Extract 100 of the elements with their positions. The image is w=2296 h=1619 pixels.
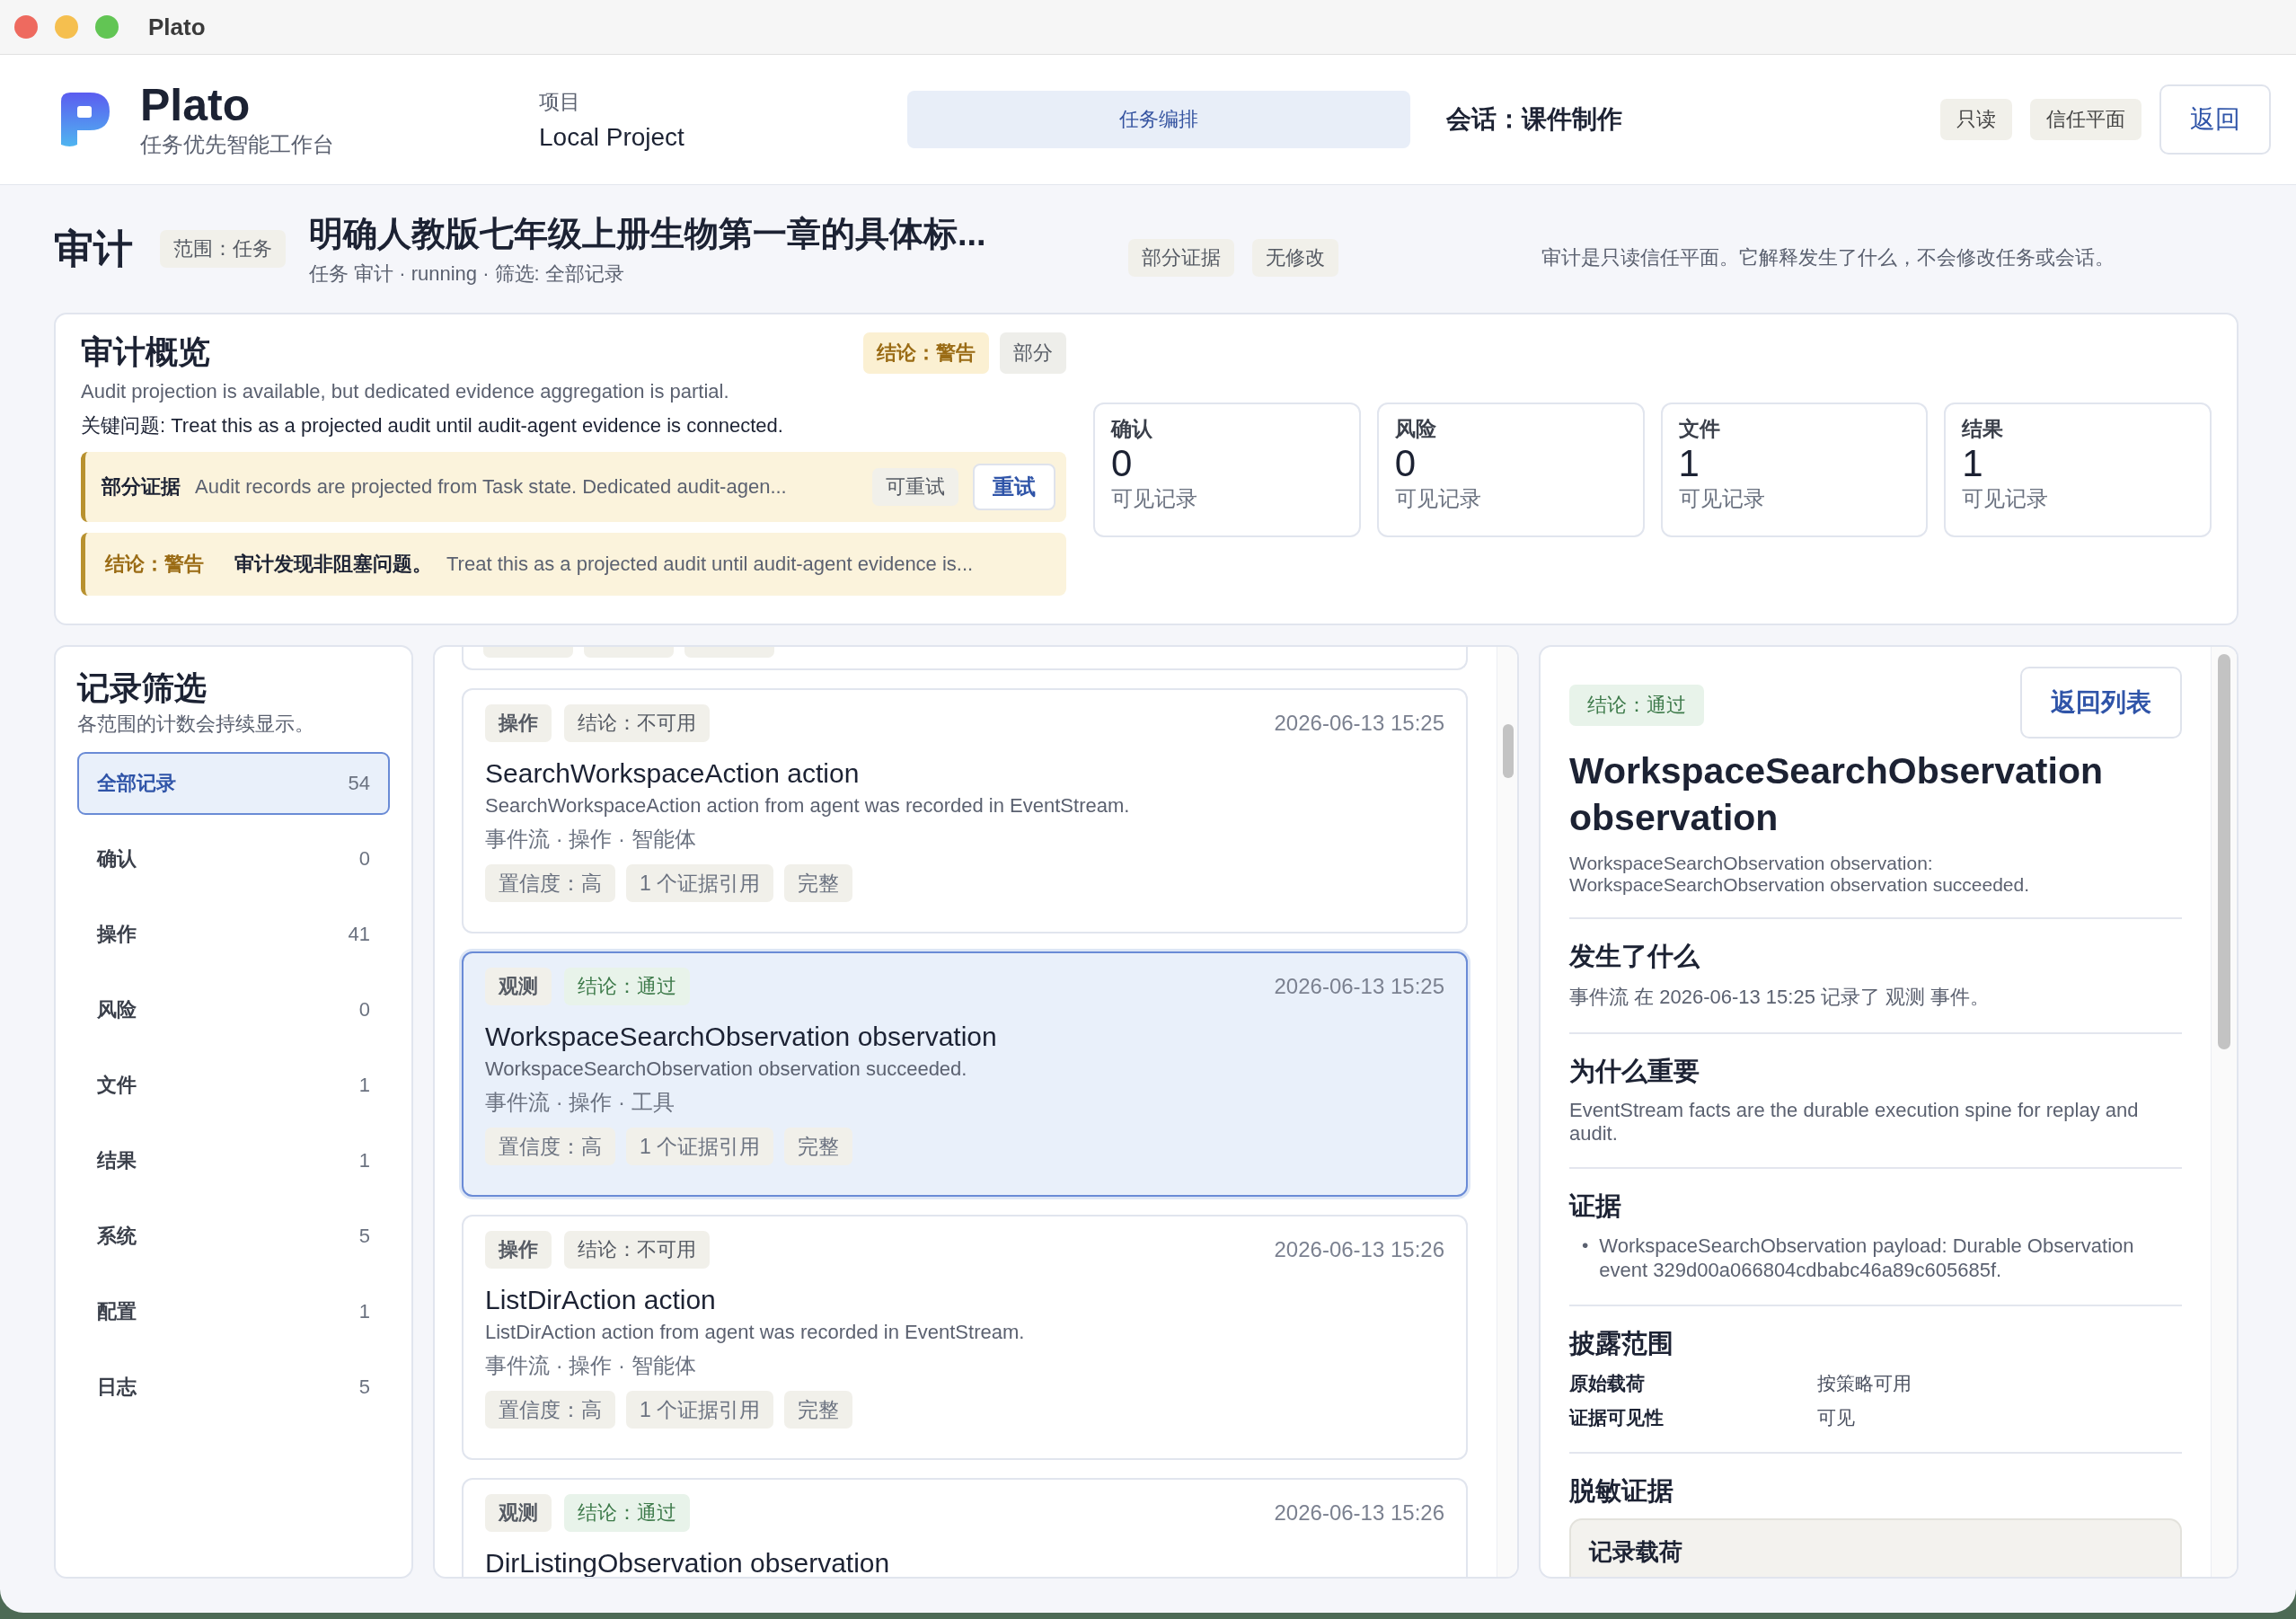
record-meta: 事件流 · 操作 · 智能体 [485,1352,697,1379]
task-title: 明确人教版七年级上册生物第一章的具体标... [309,213,987,254]
filter-item[interactable]: 确认 0 [77,827,390,890]
info-tag: 置信度：高 [485,864,615,902]
alert-text: Treat this as a projected audit until audit-agent evidence is... [446,553,975,576]
app-subtitle: 任务优先智能工作台 [140,130,334,158]
verdict-badge: 结论：警告 [863,332,989,374]
record-summary: WorkspaceSearchObservation observation succeeded. [485,1057,968,1081]
filter-count: 1 [358,1300,370,1323]
panel-title: 记录筛选 [77,668,208,708]
mode-badge: 信任平面 [2030,99,2141,140]
section-heading: 证据 [1569,1190,1622,1222]
info-tag: 完整 [784,864,853,902]
verdict-tag: 结论：不可用 [564,1231,710,1269]
back-to-list-button[interactable]: 返回列表 [2020,667,2182,739]
filter-item[interactable]: 系统 5 [77,1205,390,1268]
record-card[interactable]: 操作 结论：不可用 2026-06-13 15:25 SearchWorkspaceAction action SearchWorkspaceAction action from agent was recorded in EventStream. 事件流 · 操作 · 智能体 置信度：高 1 个证据引用 完整 [462,688,1468,933]
verdict-badge: 部分 [1000,332,1066,374]
filter-count: 5 [358,1376,370,1399]
type-tag: 观测 [485,1494,552,1532]
retry-status: 可重试 [872,468,958,506]
filter-count: 54 [348,772,370,795]
task-meta: 任务 审计 · running · 筛选: 全部记录 [309,261,625,287]
filter-count: 41 [348,923,370,946]
info-tag: 1 个证据引用 [626,864,774,902]
record-time: 2026-06-13 15:26 [1274,1237,1444,1262]
record-meta: 事件流 · 操作 · 智能体 [485,826,697,853]
verdict-tag: 结论：不可用 [564,704,710,742]
section-heading: 发生了什么 [1569,940,1701,972]
section-title: 审计概览 [81,332,211,372]
stat-label: 结果 [1962,416,2005,442]
evidence-item: WorkspaceSearchObservation payload: Durable Observation event 329d00a066804cdbabc46a89c605685f. [1599,1233,2135,1283]
list-bullet: • [1582,1233,1589,1257]
section-heading: 为什么重要 [1569,1055,1700,1087]
page-title: 审计 [54,225,133,272]
stat-label: 风险 [1394,416,1437,442]
filter-item[interactable]: 结果 1 [77,1129,390,1192]
section-heading: 披露范围 [1569,1327,1674,1359]
minimize-button[interactable] [55,15,78,39]
section-heading: 脱敏证据 [1569,1474,1674,1507]
field-label: 原始载荷 [1569,1371,1646,1395]
verdict-tag: 结论：通过 [1569,685,1704,726]
stat-caption: 可见记录 [1111,485,1198,513]
stat-label: 文件 [1678,416,1721,442]
record-card[interactable]: 操作 结论：不可用 2026-06-13 15:26 ListDirAction action ListDirAction action from agent was recorded in EventStream. 事件流 · 操作 · 智能体 置信度：高 1 个证据引用 完整 [462,1215,1468,1460]
mode-badge: 只读 [1940,99,2012,140]
scroll-thumb[interactable] [1503,724,1514,778]
panel-subtitle: 各范围的计数会持续显示。 [77,712,315,737]
stat-value: 0 [1111,443,1134,485]
section-text: 事件流 在 2026-06-13 15:25 记录了 观测 事件。 [1569,984,1991,1010]
record-summary: ListDirAction action from agent was recorded in EventStream. [485,1321,1026,1344]
project-name: Local Project [539,122,685,152]
nav-tab[interactable]: 任务编排 [907,91,1410,148]
app-name: Plato [140,80,252,130]
field-value: 按策略可用 [1817,1371,1912,1395]
stat-caption: 可见记录 [1678,485,1766,513]
record-time: 2026-06-13 15:25 [1274,711,1444,736]
alert-label: 部分证据 [102,474,181,500]
filter-count: 0 [358,998,370,1022]
evidence-box: 记录载荷 [1569,1517,2182,1577]
info-tag: 置信度：高 [485,1128,615,1165]
record-card[interactable]: 观测 结论：通过 2026-06-13 15:25 WorkspaceSearchObservation observation WorkspaceSearchObservation observation succeeded. 事件流 · 操作 · 工具 置信度：高 1 个证据引用 完整 [462,951,1468,1197]
filter-item[interactable]: 配置 1 [77,1280,390,1343]
project-label: 项目 [539,88,581,115]
key-issue: 关键问题: Treat this as a projected audit until audit-agent evidence is connected. [81,413,784,438]
type-tag: 观测 [485,968,552,1005]
alert-label: 结论：警告 [103,552,205,577]
scroll-thumb[interactable] [2218,654,2230,1049]
info-tag: 完整 [784,1128,853,1165]
type-tag: 操作 [485,704,552,742]
status-tag: 部分证据 [1128,239,1234,277]
filter-count: 1 [358,1149,370,1172]
filter-item[interactable]: 风险 0 [77,978,390,1041]
record-meta: 事件流 · 操作 · 工具 [485,1089,676,1116]
record-title: ListDirAction action [485,1285,717,1315]
section-text: EventStream facts are the durable execution spine for replay and audit. [1569,1098,2140,1146]
info-tag: 1 个证据引用 [626,1128,774,1165]
back-button[interactable]: 返回 [2159,84,2271,155]
stat-value: 1 [1962,443,1984,485]
stat-value: 0 [1394,443,1417,485]
window-title: Plato [148,13,206,41]
close-button[interactable] [14,15,38,39]
info-tag: 1 个证据引用 [626,1391,774,1429]
stat-value: 1 [1678,443,1700,485]
zoom-button[interactable] [95,15,119,39]
stat-caption: 可见记录 [1962,485,2050,513]
alert-text: Audit records are projected from Task state. Dedicated audit-agen... [195,475,788,499]
retry-button[interactable]: 重试 [973,464,1055,510]
scope-tag: 范围：任务 [160,230,286,268]
status-tag: 无修改 [1252,239,1338,277]
filter-item[interactable]: 日志 5 [77,1356,390,1419]
field-label: 证据可见性 [1569,1405,1665,1429]
stat-caption: 可见记录 [1394,485,1482,513]
record-title: WorkspaceSearchObservation observation [485,1022,998,1052]
filter-item[interactable]: 文件 1 [77,1054,390,1117]
filter-count: 1 [358,1074,370,1097]
filter-item[interactable]: 操作 41 [77,903,390,966]
filter-item[interactable]: 全部记录 54 [77,752,390,815]
detail-title: WorkspaceSearchObservation observation [1569,749,2104,841]
type-tag: 操作 [485,1231,552,1269]
